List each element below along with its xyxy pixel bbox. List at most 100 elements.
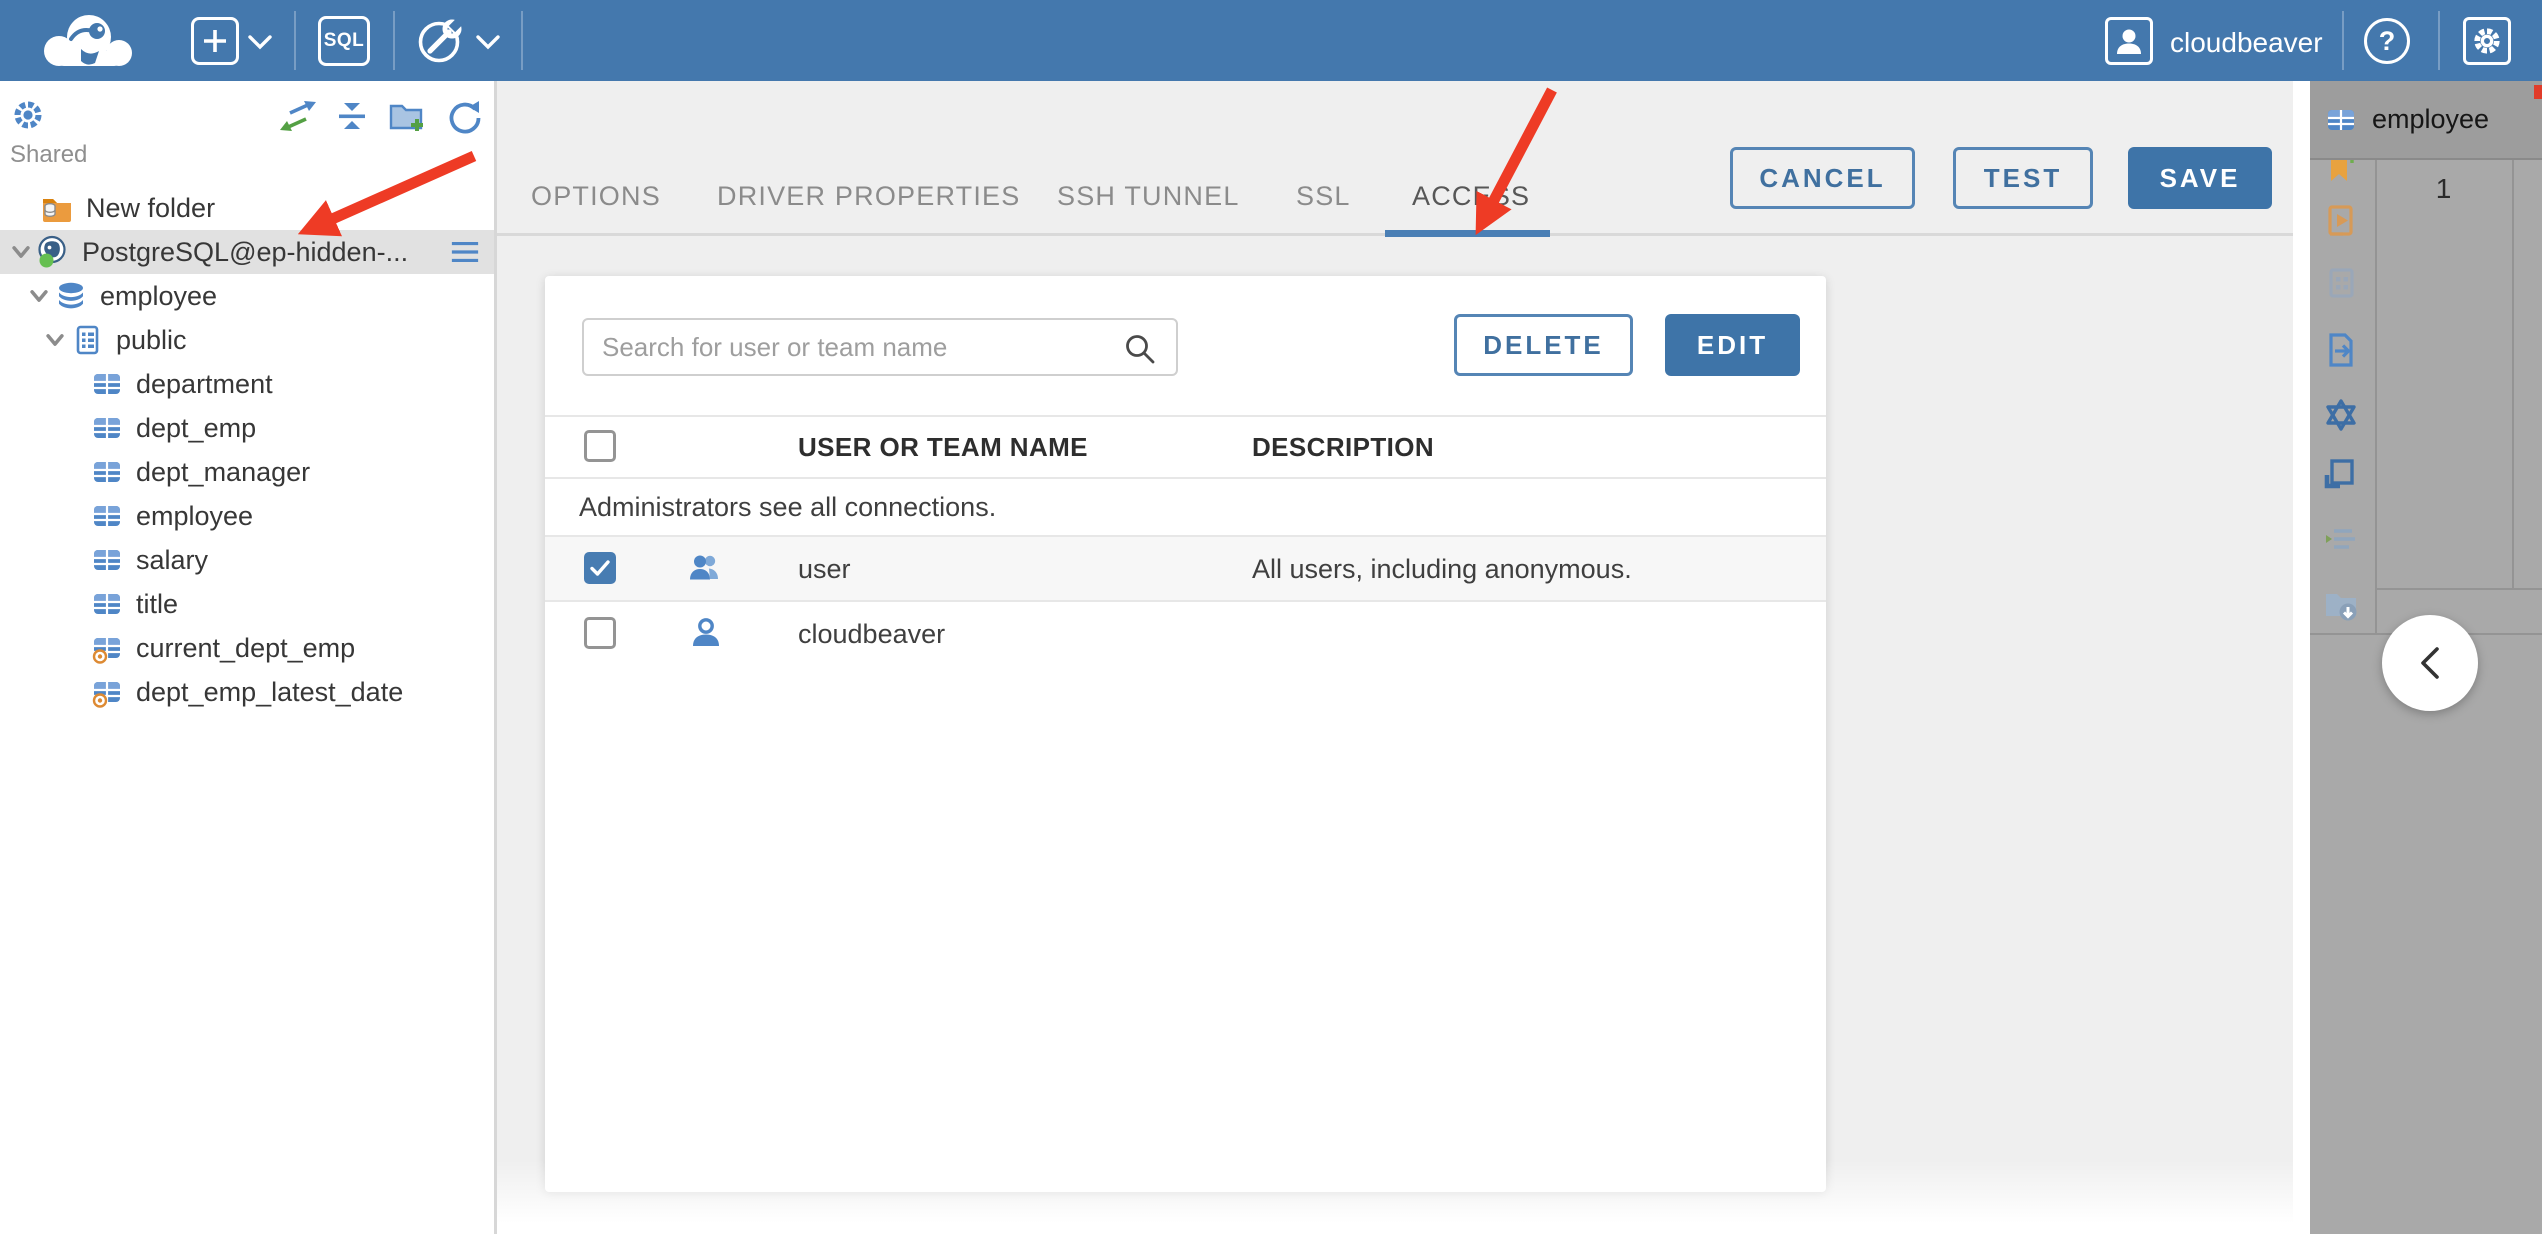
database-icon	[54, 279, 88, 313]
result-viewer-panel: 1 employee	[2310, 81, 2542, 1234]
grid-view-icon[interactable]	[2322, 265, 2360, 303]
row-checkbox-checked[interactable]	[584, 552, 616, 584]
tree-item-label: department	[136, 368, 273, 399]
delete-button[interactable]: DELETE	[1454, 314, 1633, 376]
topbar-divider	[393, 11, 395, 70]
table-icon	[90, 367, 124, 401]
table-border	[545, 415, 1826, 417]
new-connection-button[interactable]	[191, 17, 239, 65]
tree-item-table-title[interactable]: title	[0, 582, 494, 626]
table-icon	[90, 543, 124, 577]
result-tab-employee[interactable]: employee	[2310, 81, 2542, 160]
table-icon	[90, 587, 124, 621]
result-tab-label: employee	[2372, 104, 2490, 134]
tree-item-label: employee	[136, 500, 254, 531]
chevron-down-icon[interactable]	[247, 34, 273, 50]
table-icon	[90, 499, 124, 533]
chevron-down-icon[interactable]	[475, 34, 501, 50]
folder-database-icon	[40, 191, 74, 225]
row-checkbox[interactable]	[584, 617, 616, 649]
table-border	[545, 477, 1826, 479]
edit-button[interactable]: EDIT	[1665, 314, 1800, 376]
execute-script-icon[interactable]	[2322, 203, 2360, 241]
add-folder-icon[interactable]	[388, 98, 426, 134]
test-button[interactable]: TEST	[1953, 147, 2093, 209]
tree-item-label: public	[116, 324, 187, 355]
tab-driver-properties[interactable]: DRIVER PROPERTIES	[717, 181, 1020, 212]
team-icon	[687, 550, 725, 588]
check-icon	[590, 560, 610, 576]
value-panel-icon[interactable]	[2322, 455, 2360, 493]
tree-item-label: dept_emp	[136, 412, 257, 443]
current-user-label: cloudbeaver	[2170, 27, 2323, 58]
topbar-divider	[294, 11, 296, 70]
tree-item-new-folder[interactable]: New folder	[0, 186, 494, 230]
refresh-icon[interactable]	[446, 99, 482, 135]
tree-item-view-current-dept-emp[interactable]: current_dept_emp	[0, 626, 494, 670]
help-icon[interactable]: ?	[2364, 18, 2410, 64]
tab-ssl[interactable]: SSL	[1296, 181, 1351, 212]
chevron-down-icon[interactable]	[24, 281, 54, 311]
tree-item-database-employee[interactable]: employee	[0, 274, 494, 318]
export-data-icon[interactable]	[2322, 331, 2360, 369]
tab-options[interactable]: OPTIONS	[531, 181, 661, 212]
cancel-button[interactable]: CANCEL	[1730, 147, 1915, 209]
settings-gear-button[interactable]	[2463, 17, 2511, 65]
access-panel: DELETE EDIT USER OR TEAM NAME DESCRIPTIO…	[545, 276, 1826, 1192]
tab-ssh-tunnel[interactable]: SSH TUNNEL	[1057, 181, 1240, 212]
search-icon	[1126, 335, 1155, 364]
user-silhouette-icon	[2117, 29, 2141, 54]
tree-item-label: New folder	[86, 192, 216, 223]
row-name: user	[798, 554, 851, 584]
tree-item-schema-public[interactable]: public	[0, 318, 494, 362]
sql-editor-button[interactable]: SQL	[318, 16, 370, 66]
table-icon	[90, 411, 124, 445]
row-description: All users, including anonymous.	[1252, 554, 1632, 584]
item-menu-icon[interactable]	[450, 237, 480, 267]
row-name: cloudbeaver	[798, 619, 946, 649]
tree-item-table-dept-emp[interactable]: dept_emp	[0, 406, 494, 450]
ai-assistant-icon[interactable]	[2322, 396, 2360, 434]
tree-item-label: salary	[136, 544, 209, 575]
tree-item-table-employee[interactable]: employee	[0, 494, 494, 538]
table-row-user[interactable]: user All users, including anonymous.	[545, 537, 1826, 602]
topbar-divider	[2342, 11, 2344, 70]
grid-line	[2512, 160, 2514, 588]
user-badge-icon[interactable]	[2105, 17, 2153, 65]
collapse-panel-button[interactable]	[2382, 615, 2478, 711]
tree-section-label: Shared	[10, 141, 88, 168]
view-icon	[90, 675, 124, 709]
schema-icon	[70, 323, 104, 357]
sidebar-settings-gear-icon[interactable]	[12, 99, 44, 131]
tree-item-table-dept-manager[interactable]: dept_manager	[0, 450, 494, 494]
connection-wrench-icon[interactable]	[414, 14, 466, 66]
column-header-description: DESCRIPTION	[1252, 432, 1435, 462]
grid-line	[2375, 588, 2542, 590]
tree-item-table-department[interactable]: department	[0, 362, 494, 406]
tree-item-view-dept-emp-latest-date[interactable]: dept_emp_latest_date	[0, 670, 494, 714]
admin-note: Administrators see all connections.	[579, 492, 997, 522]
sidebar-resize-divider[interactable]	[494, 81, 497, 1234]
tree-item-postgresql-connection[interactable]: PostgreSQL@ep-hidden-...	[0, 230, 494, 274]
tab-access[interactable]: ACCESS	[1412, 181, 1530, 212]
select-all-checkbox[interactable]	[584, 430, 616, 462]
filters-icon[interactable]	[2322, 521, 2360, 559]
tree-item-table-salary[interactable]: salary	[0, 538, 494, 582]
panel-gutter	[2293, 81, 2310, 1234]
search-input[interactable]	[582, 318, 1178, 376]
tree-item-label: PostgreSQL@ep-hidden-...	[82, 236, 409, 267]
tree-item-label: current_dept_emp	[136, 632, 356, 663]
tree-item-label: dept_emp_latest_date	[136, 676, 404, 707]
save-to-folder-icon[interactable]	[2322, 586, 2360, 624]
sync-connections-icon[interactable]	[278, 98, 318, 134]
row-number-cell: 1	[2435, 173, 2452, 204]
user-icon	[687, 615, 725, 653]
postgresql-connection-icon	[36, 235, 70, 269]
chevron-down-icon[interactable]	[40, 325, 70, 355]
chevron-left-icon	[2421, 647, 2439, 679]
table-row-cloudbeaver[interactable]: cloudbeaver	[545, 602, 1826, 667]
column-header-name: USER OR TEAM NAME	[798, 432, 1088, 462]
save-button[interactable]: SAVE	[2128, 147, 2272, 209]
chevron-down-icon[interactable]	[6, 237, 36, 267]
collapse-all-icon[interactable]	[334, 98, 370, 134]
